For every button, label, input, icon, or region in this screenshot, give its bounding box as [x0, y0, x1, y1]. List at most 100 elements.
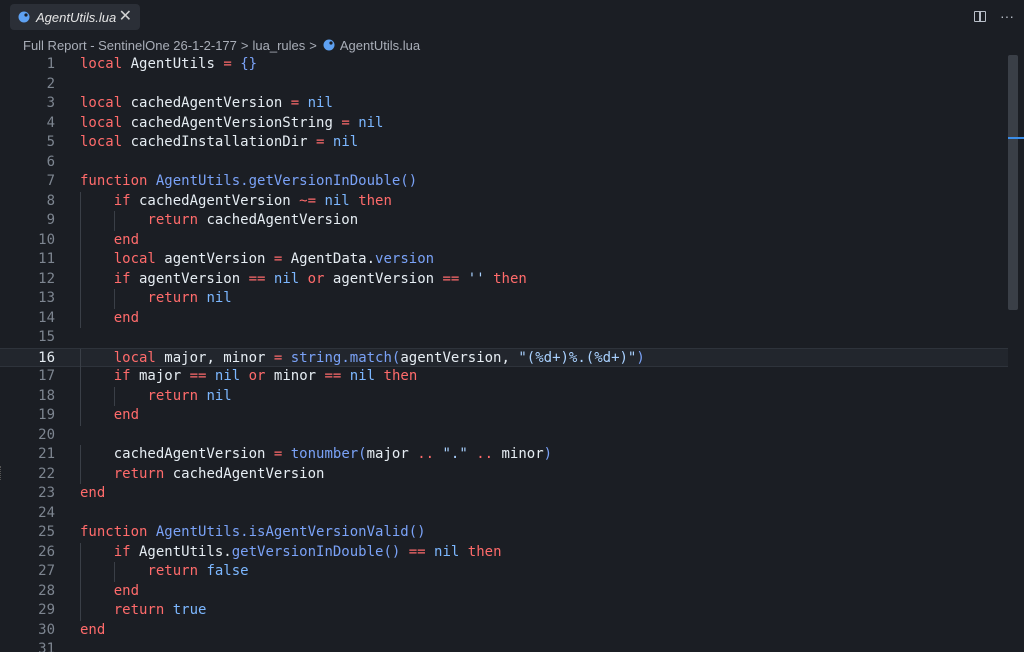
code-token: or: [248, 368, 266, 384]
code-line[interactable]: 30 end: [0, 621, 1008, 641]
code-token: agentVersion,: [400, 349, 519, 366]
indent-guide: [80, 348, 81, 368]
code-token: ==: [324, 368, 342, 384]
code-token: local: [80, 134, 123, 150]
code-line[interactable]: 26 if AgentUtils.getVersionInDouble() == …: [0, 542, 1008, 563]
line-number: 2: [46, 75, 55, 92]
code-line[interactable]: 22 return cachedAgentVersion: [0, 464, 1008, 485]
code-line[interactable]: 3 local cachedAgentVersion = nil: [0, 94, 1008, 114]
code-token: nil: [358, 114, 384, 131]
code-line[interactable]: 13 return nil: [0, 289, 1008, 309]
code-line[interactable]: 17 if major == nil or minor == nil then: [0, 367, 1008, 387]
indent-guide: [113, 289, 115, 309]
indent-guide: [80, 445, 81, 465]
code-token: ==: [248, 270, 266, 287]
code-token: return: [147, 387, 199, 404]
code-line[interactable]: 8 if cachedAgentVersion ~= nil then: [0, 191, 1008, 211]
code-line[interactable]: 14 end: [0, 308, 1008, 329]
code-line[interactable]: 18 return nil: [0, 386, 1008, 406]
code-token: major: [366, 446, 418, 462]
code-line[interactable]: 4 local cachedAgentVersionString = nil: [0, 114, 1008, 134]
code-line[interactable]: 9 return cachedAgentVersion: [0, 211, 1008, 231]
code-line[interactable]: 21 cachedAgentVersion = tonumber(major ..…: [0, 445, 1008, 465]
code-token: cachedAgentVersion: [122, 95, 291, 111]
code-line[interactable]: 29 return true: [0, 601, 1008, 621]
code-line[interactable]: 19 end: [0, 406, 1008, 426]
code-token: cachedInstallationDir: [122, 134, 317, 150]
code-token: cachedAgentVersion: [198, 212, 359, 228]
code-line[interactable]: 5 local cachedInstallationDir = nil: [0, 133, 1008, 153]
code-token: nil: [206, 290, 232, 306]
code-text: return cachedAgentVersion: [114, 465, 325, 485]
code-token: return: [147, 290, 199, 306]
code-line[interactable]: 11 local agentVersion = AgentData.version: [0, 250, 1008, 270]
code-token: return: [113, 465, 165, 482]
line-number: 21: [38, 446, 55, 462]
tab-agentutils[interactable]: AgentUtils.lua ✕: [10, 4, 140, 30]
code-token: cachedAgentVersion: [130, 192, 300, 209]
code-line[interactable]: 2: [0, 75, 1008, 95]
code-line[interactable]: 1 local AgentUtils = {}: [0, 55, 1008, 75]
code-token: local: [113, 251, 156, 267]
code-line[interactable]: 20: [0, 426, 1008, 446]
code-line[interactable]: 7 function AgentUtils.getVersionInDouble(…: [0, 172, 1008, 192]
code-token: ~=: [299, 192, 317, 209]
code-line[interactable]: 16 local major, minor = string.match(agen…: [0, 347, 1008, 368]
code-text: cachedAgentVersion = tonumber(major .. "…: [114, 445, 552, 465]
code-line[interactable]: 31: [0, 640, 1008, 652]
code-line[interactable]: 23 end: [0, 484, 1008, 504]
code-line[interactable]: 6: [0, 153, 1008, 173]
code-line[interactable]: 24: [0, 504, 1008, 524]
more-actions-icon[interactable]: ···: [1000, 9, 1014, 23]
code-line[interactable]: 28 end: [0, 581, 1008, 601]
close-icon[interactable]: ✕: [119, 9, 132, 25]
code-line[interactable]: 15: [0, 328, 1008, 348]
code-token: if: [113, 543, 131, 560]
code-token: =: [290, 95, 300, 111]
line-number: 23: [38, 485, 55, 501]
code-token: {}: [240, 56, 258, 72]
code-token: then: [493, 270, 527, 287]
code-token: false: [206, 563, 249, 579]
breadcrumb-item-file[interactable]: AgentUtils.lua: [340, 38, 420, 53]
sash-handle[interactable]: [0, 466, 4, 480]
code-token: nil: [307, 95, 333, 111]
tab-bar: AgentUtils.lua ✕ ···: [0, 0, 1024, 35]
line-number: 31: [38, 641, 55, 652]
code-token: if: [113, 270, 131, 287]
code-token: "(%d+)%.(%d+)": [518, 349, 637, 366]
code-line[interactable]: 12 if agentVersion == nil or agentVersion…: [0, 269, 1008, 289]
code-line[interactable]: 10 end: [0, 230, 1008, 251]
breadcrumb-item-subfolder[interactable]: lua_rules: [252, 38, 305, 53]
code-token: function: [80, 173, 148, 189]
code-line[interactable]: 27 return false: [0, 562, 1008, 582]
code-token: local: [113, 349, 156, 366]
code-text: if AgentUtils.getVersionInDouble() == ni…: [114, 543, 502, 563]
vertical-scrollbar[interactable]: [1008, 55, 1024, 652]
code-text: local AgentUtils = {}: [80, 55, 257, 75]
code-editor[interactable]: 1 local AgentUtils = {} 2 3 local cachedAgen…: [0, 55, 1008, 652]
code-text: local agentVersion = AgentData.version: [114, 250, 434, 270]
breadcrumb: Full Report - SentinelOne 26-1-2-177 > l…: [23, 36, 420, 54]
code-text: end: [114, 309, 139, 329]
scrollbar-thumb[interactable]: [1008, 55, 1018, 310]
line-number: 3: [46, 95, 55, 111]
code-text: if major == nil or minor == nil then: [114, 367, 418, 387]
lua-file-icon: [18, 11, 30, 23]
split-editor-icon[interactable]: [974, 10, 986, 22]
code-text: end: [114, 231, 139, 251]
breadcrumb-item-folder[interactable]: Full Report - SentinelOne 26-1-2-177: [23, 38, 237, 53]
cursor-position-marker: [1008, 137, 1024, 139]
code-line[interactable]: 25 function AgentUtils.isAgentVersionVali…: [0, 523, 1008, 543]
